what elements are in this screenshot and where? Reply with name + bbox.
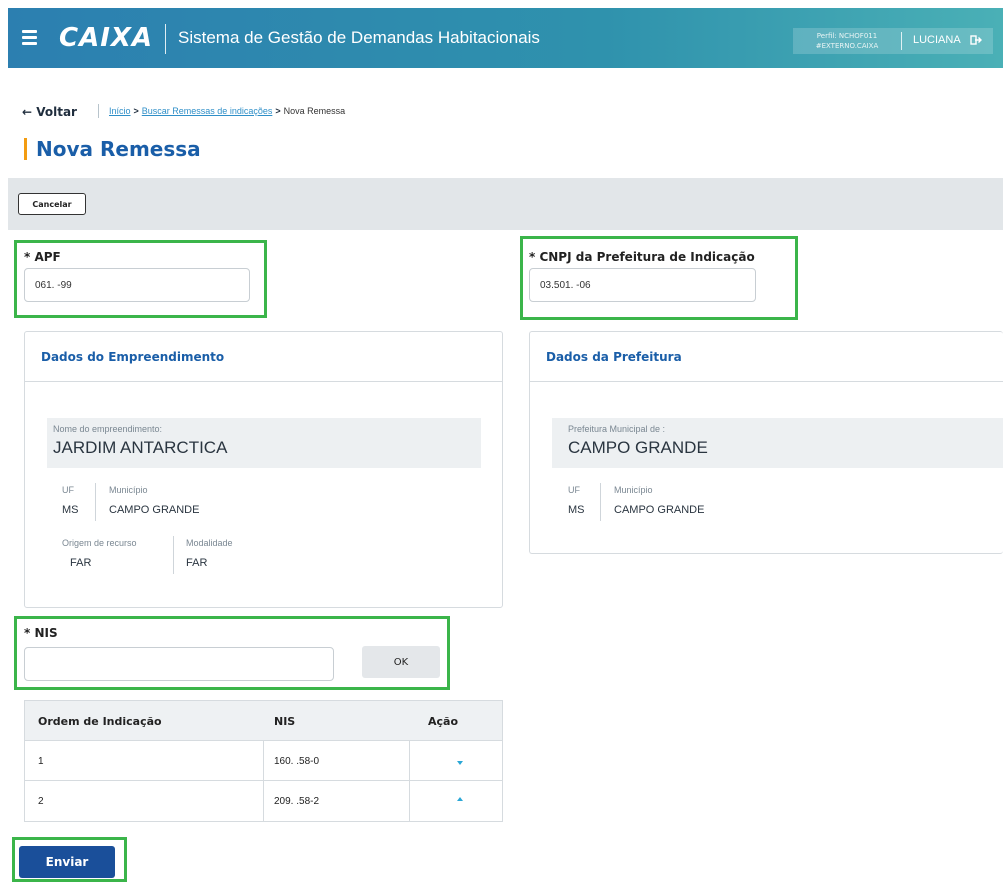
nis-label: * NIS [24, 626, 58, 640]
row-nis: 160. .58-0 [274, 755, 320, 767]
empreendimento-name-box: Nome do empreendimento: JARDIM ANTARCTIC… [47, 418, 481, 468]
logout-icon[interactable] [970, 34, 982, 46]
table-row: 2 209. .58-2 [25, 781, 502, 821]
prefeitura-municipio-value: CAMPO GRANDE [614, 504, 705, 516]
origem-recurso-label: Origem de recurso [62, 538, 137, 548]
empreendimento-card-header: Dados do Empreendimento [25, 332, 502, 382]
prefeitura-card-title: Dados da Prefeitura [546, 350, 682, 364]
send-button[interactable]: Enviar [19, 846, 115, 878]
prefeitura-card-header: Dados da Prefeitura [530, 332, 1003, 382]
column-divider [409, 741, 410, 781]
origem-separator [173, 536, 174, 574]
prefeitura-name-label: Prefeitura Municipal de : [568, 424, 666, 434]
header-nis: NIS [274, 714, 296, 728]
breadcrumb-buscar-remessas[interactable]: Buscar Remessas de indicações [142, 106, 273, 116]
origem-recurso-value: FAR [70, 557, 92, 569]
modalidade-value: FAR [186, 557, 208, 569]
breadcrumb-arrow: > [275, 106, 281, 116]
prefeitura-name-box: Prefeitura Municipal de : CAMPO GRANDE [552, 418, 1003, 468]
user-separator [901, 32, 902, 50]
modalidade-label: Modalidade [186, 538, 233, 548]
row-ordem: 2 [38, 795, 44, 807]
breadcrumb-current: Nova Remessa [283, 106, 346, 116]
empreendimento-uf-value: MS [62, 504, 79, 516]
cancel-button[interactable]: Cancelar [18, 193, 86, 215]
cnpj-input[interactable]: 03.501. -06 [529, 268, 756, 302]
empreendimento-card: Dados do Empreendimento Nome do empreend… [24, 331, 503, 608]
user-area: Perfil: NCHOF011 #EXTERNO.CAIXA LUCIANA [793, 28, 993, 54]
indicacao-table: Ordem de Indicação NIS Ação 1 160. .58-0… [24, 700, 503, 822]
breadcrumb-inicio[interactable]: Início [109, 106, 131, 116]
prefeitura-municipio-label: Município [614, 485, 653, 495]
move-up-icon[interactable] [457, 796, 463, 802]
user-name: LUCIANA [913, 34, 961, 46]
empreendimento-uf-separator [95, 483, 96, 521]
header-acao: Ação [428, 714, 459, 728]
prefeitura-card: Dados da Prefeitura Prefeitura Municipal… [529, 331, 1003, 554]
back-link[interactable]: ← Voltar [22, 105, 77, 119]
perfil-line2: #EXTERNO.CAIXA [815, 42, 879, 50]
apf-input[interactable]: 061. -99 [24, 268, 250, 302]
perfil-info: Perfil: NCHOF011 #EXTERNO.CAIXA [801, 31, 893, 51]
empreendimento-municipio-label: Município [109, 485, 148, 495]
caixa-logo: CAIXA [59, 23, 154, 53]
prefeitura-uf-separator [600, 483, 601, 521]
column-divider [263, 741, 264, 781]
move-down-icon[interactable] [457, 760, 463, 766]
action-bar: Cancelar [8, 178, 1003, 230]
empreendimento-uf-label: UF [62, 485, 74, 495]
nis-input[interactable] [24, 647, 334, 681]
top-bar: CAIXA Sistema de Gestão de Demandas Habi… [8, 8, 1003, 68]
table-header: Ordem de Indicação NIS Ação [25, 701, 502, 741]
column-divider [409, 781, 410, 821]
table-row: 1 160. .58-0 [25, 741, 502, 781]
header-ordem: Ordem de Indicação [38, 714, 162, 728]
perfil-line1: Perfil: NCHOF011 [816, 32, 878, 40]
empreendimento-name-value: JARDIM ANTARCTICA [53, 438, 228, 457]
breadcrumb-separator [98, 104, 99, 118]
cnpj-label: * CNPJ da Prefeitura de Indicação [529, 250, 755, 264]
logo-separator [165, 24, 166, 54]
empreendimento-card-title: Dados do Empreendimento [41, 350, 225, 364]
empreendimento-municipio-value: CAMPO GRANDE [109, 504, 200, 516]
prefeitura-name-value: CAMPO GRANDE [568, 438, 708, 457]
page-title: Nova Remessa [36, 137, 201, 161]
ok-button[interactable]: OK [362, 646, 440, 678]
title-accent-bar [24, 138, 27, 160]
column-divider [263, 781, 264, 821]
breadcrumb-arrow: > [133, 106, 139, 116]
prefeitura-uf-label: UF [568, 485, 580, 495]
breadcrumb: Início > Buscar Remessas de indicações > Nov… [109, 106, 345, 116]
hamburger-icon[interactable] [22, 30, 37, 45]
prefeitura-uf-value: MS [568, 504, 585, 516]
empreendimento-name-label: Nome do empreendimento: [53, 424, 163, 434]
apf-label: * APF [24, 250, 61, 264]
row-ordem: 1 [38, 755, 44, 767]
app-title: Sistema de Gestão de Demandas Habitacion… [178, 28, 540, 47]
row-nis: 209. .58-2 [274, 795, 320, 807]
